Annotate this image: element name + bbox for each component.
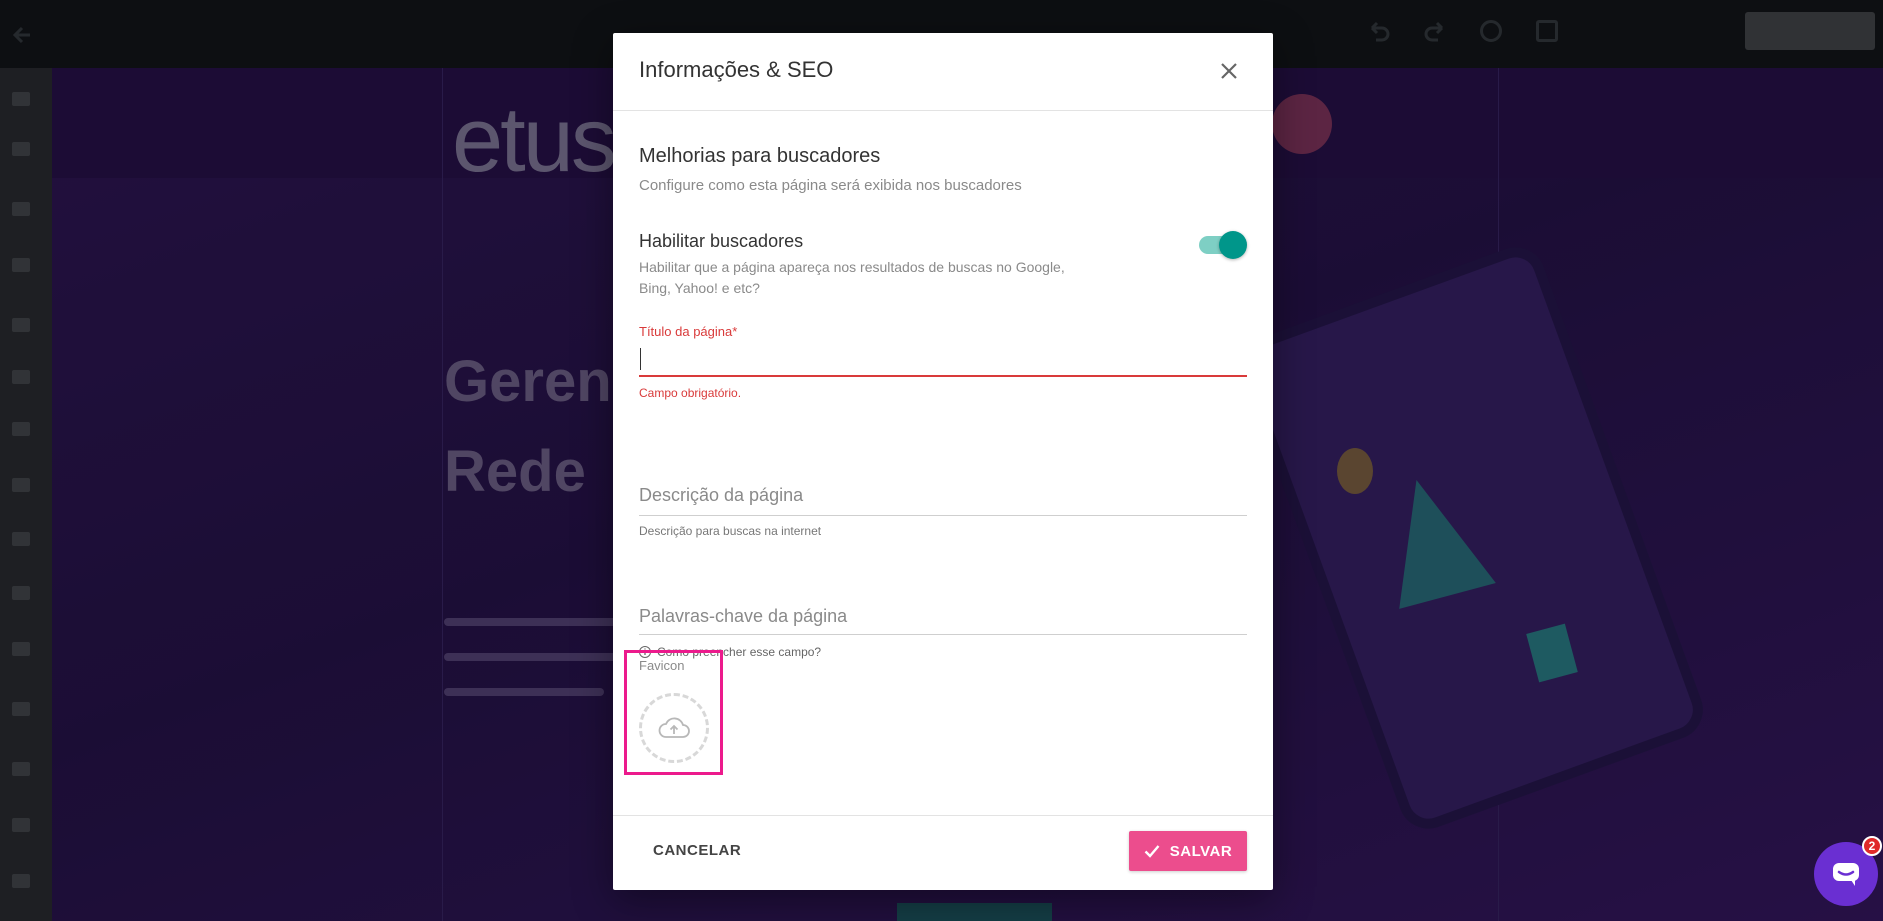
save-button-label: SALVAR (1169, 842, 1233, 860)
modal-title: Informações & SEO (639, 57, 834, 82)
close-icon (1221, 63, 1237, 79)
close-button[interactable] (1215, 57, 1243, 85)
save-button[interactable]: SALVAR (1129, 831, 1247, 871)
page-keywords-input[interactable] (639, 599, 1247, 635)
page-title-label: Título da página* (639, 324, 738, 339)
chat-icon (1833, 863, 1859, 886)
seo-modal: Informações & SEO Melhorias para buscado… (613, 33, 1273, 890)
search-engines-toggle[interactable] (1197, 227, 1249, 261)
page-title-input[interactable] (639, 343, 1247, 377)
check-icon (1144, 845, 1160, 858)
page-title-error: Campo obrigatório. (639, 386, 742, 400)
favicon-upload-button[interactable] (639, 693, 709, 763)
favicon-label: Favicon (639, 658, 685, 673)
modal-footer: CANCELAR SALVAR (613, 815, 1273, 890)
modal-header: Informações & SEO (613, 33, 1273, 111)
cloud-upload-icon (658, 717, 690, 738)
search-engines-toggle-description: Habilitar que a página apareça nos resul… (639, 259, 1065, 296)
page-description-hint: Descrição para buscas na internet (639, 524, 822, 538)
page-description-input[interactable] (639, 476, 1247, 516)
search-engines-toggle-label: Habilitar buscadores (639, 231, 804, 251)
toggle-knob (1219, 231, 1247, 259)
text-caret (640, 348, 641, 370)
chat-notification-badge: 2 (1862, 836, 1882, 856)
section-subtitle: Configure como esta página será exibida … (639, 177, 1022, 194)
section-title: Melhorias para buscadores (639, 145, 881, 167)
cancel-button[interactable]: CANCELAR (653, 842, 741, 859)
